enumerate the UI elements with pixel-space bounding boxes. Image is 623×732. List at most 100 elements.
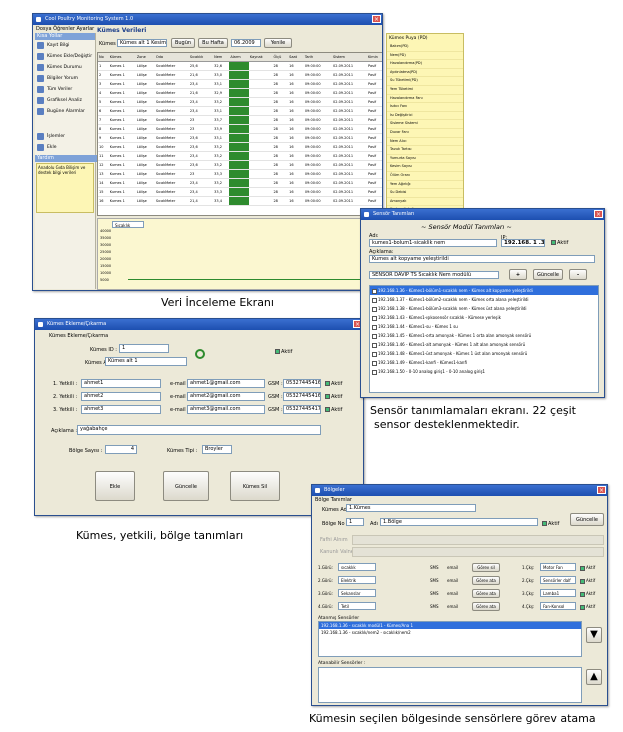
sensor-type-item[interactable]: Nem(PD) (387, 52, 463, 61)
sensor-type-item[interactable]: Nem Alıcı (387, 138, 463, 147)
checkbox[interactable] (580, 565, 585, 571)
sidebar-item[interactable]: Bugüne Alarmlar (35, 106, 95, 117)
column-header[interactable]: Sistem (332, 53, 368, 62)
sensor-list-item[interactable]: 192.168.1.50 - 0-10 analog giriş1 - 0-10… (370, 367, 598, 376)
task-action-button[interactable]: Görev ata (472, 576, 500, 585)
column-header[interactable]: Oda (154, 53, 189, 62)
sensor-type-item[interactable]: Duvar Fanı (387, 129, 463, 138)
sensor-list-item[interactable]: 192.168.1.46 - Kümes1-alt amonyak - Küme… (370, 340, 598, 349)
table-row[interactable]: 9 Kumes 1 Lölişe SıcakMeter 23,6 33,1 28 16 09:0… (98, 133, 382, 143)
sidebar-item[interactable]: İşlemler (35, 131, 95, 142)
sensor-list-item[interactable]: 192.168.1.38 - Kümes1-bölüm3-sıcaklık ne… (370, 304, 598, 313)
sensor-type-item[interactable]: Isı Değiştirici (387, 112, 463, 121)
aciklama-input[interactable]: yağabahçe (77, 425, 321, 435)
sensor-type-item[interactable]: Su Tüketimi(PD) (387, 77, 463, 86)
aktif-check[interactable]: Aktif (275, 349, 292, 355)
sensor-type-item[interactable]: Isıtıcı Fanı (387, 103, 463, 112)
desc-input[interactable]: Kumes alt kopyame yeleştirildi (369, 255, 595, 263)
delete-coop-button[interactable]: Kümes Sil (230, 471, 280, 501)
yetkili-name-input[interactable]: ahmet3 (81, 405, 161, 414)
sensor-type-item[interactable]: Ölüm Oranı (387, 172, 463, 181)
sensor-list-item[interactable]: 192.168.1.45 - Kümes1-orta amonyak - Küm… (370, 331, 598, 340)
gsm-input[interactable]: 05327445417 (283, 405, 321, 414)
table-row[interactable]: 6 Kumes 1 Lölişe SıcakMeter 23,4 33,1 28 16 09:0… (98, 106, 382, 116)
sidebar-item[interactable]: Tüm Veriler (35, 84, 95, 95)
column-header[interactable]: Saat (288, 53, 304, 62)
sensor-checkbox[interactable] (372, 369, 377, 375)
email-input[interactable]: ahmet3@gmail.com (187, 405, 265, 414)
task-action-button[interactable]: Görev ata (472, 589, 500, 598)
table-row[interactable]: 13 Kumes 1 Lölişe SıcakMeter 23 33,3 28 16 09:00… (98, 169, 382, 179)
sensor-type-item[interactable]: Yem Ağırlığı (387, 181, 463, 190)
menu-bar[interactable]: Dosya Öğrenler Ayarlar (36, 26, 94, 32)
email-toggle[interactable]: email (447, 578, 458, 583)
sidebar-item[interactable]: Kümes Ekle/Değiştir (35, 51, 95, 62)
table-row[interactable]: 11 Kumes 1 Lölişe SıcakMeter 23,4 33,2 28 16 09:… (98, 151, 382, 161)
email-toggle[interactable]: email (447, 604, 458, 609)
email-toggle[interactable]: email (447, 591, 458, 596)
table-row[interactable]: 3 Kumes 1 Lölişe SıcakMeter 23,4 33,1 28 16 09:0… (98, 79, 382, 89)
table-row[interactable]: 2 Kumes 1 Lölişe SıcakMeter 21,6 33,0 28 16 09:0… (98, 70, 382, 80)
task-input[interactable]: Elektrik (338, 576, 376, 584)
region-update-button[interactable]: Güncelle (570, 513, 604, 526)
task-action-button[interactable]: Görev sil (472, 563, 500, 572)
yetkili-name-input[interactable]: ahmet1 (81, 379, 161, 388)
assigned-sensor-list[interactable]: 192.168.1.36 - sıcaklık modül1 - Kümes/A… (318, 621, 582, 657)
sensor-type-item[interactable]: Amonyak (387, 198, 463, 207)
task-input[interactable]: Sekanslar (338, 589, 376, 597)
table-row[interactable]: 1 Kumes 1 Lölişe SıcakMeter 25,6 32,6 28 16 09:0… (98, 61, 382, 71)
sms-toggle[interactable]: SMS (430, 578, 439, 583)
output-input[interactable]: Sensörler dalf (540, 576, 576, 584)
column-header[interactable]: Sıcaklık (188, 53, 214, 62)
sensor-type-item[interactable]: Havalandırma(PD) (387, 60, 463, 69)
search-icon[interactable] (195, 349, 205, 359)
refresh-button[interactable]: Yenile (264, 38, 292, 48)
assigned-sensor-item[interactable]: 192.168.1.36 - sıcaklık modül1 - Kümes/A… (319, 622, 581, 629)
output-aktif-check[interactable]: Aktif (580, 565, 595, 571)
yetkili-name-input[interactable]: ahmet2 (81, 392, 161, 401)
task-action-button[interactable]: Görev ata (472, 602, 500, 611)
sms-toggle[interactable]: SMS (430, 591, 439, 596)
bolge-no-input[interactable]: 1 (346, 518, 364, 526)
table-row[interactable]: 14 Kumes 1 Lölişe SıcakMeter 23,4 33,2 28 16 09:… (98, 178, 382, 188)
add-button[interactable]: Ekle (95, 471, 135, 501)
region-menu[interactable]: Bölge Tanımlar (315, 497, 352, 503)
yetkili-aktif-check[interactable]: Aktif (325, 407, 342, 413)
sensor-checkbox[interactable] (372, 324, 377, 330)
checkbox[interactable] (325, 381, 330, 386)
move-up-button[interactable]: ▲ (586, 669, 602, 685)
region-name-input[interactable]: 1.Bölge (380, 518, 538, 526)
output-input[interactable]: Fan-Konsol (540, 602, 576, 610)
sensor-type-item[interactable]: Sisleme Sistemi (387, 120, 463, 129)
close-icon[interactable]: × (594, 210, 603, 218)
sensor-checkbox[interactable] (372, 288, 377, 294)
bolge-sayisi-input[interactable]: 4 (105, 445, 137, 454)
sensor-def-titlebar[interactable]: Sensör Tanımları × (361, 209, 604, 220)
task-input[interactable]: Tetil (338, 602, 376, 610)
sidebar-item[interactable]: Bilgiler Yorum (35, 73, 95, 84)
table-row[interactable]: 7 Kumes 1 Lölişe SıcakMeter 23 33,7 28 16 09:00:… (98, 115, 382, 125)
assigned-sensor-item[interactable]: 192.168.1.36 - sıcaklık/nem2 - sıcaklık/… (319, 629, 581, 636)
sidebar-item[interactable]: Grafiksel Analiz (35, 95, 95, 106)
close-icon[interactable]: × (372, 15, 381, 23)
sensor-checkbox[interactable] (372, 315, 377, 321)
output-input[interactable]: Motor Fan (540, 563, 576, 571)
gsm-input[interactable]: 05327445416 (283, 379, 321, 388)
output-aktif-check[interactable]: Aktif (580, 591, 595, 597)
sensor-list[interactable]: 192.168.1.36 - Kümes1-bölüm1-sıcaklık ne… (369, 285, 599, 393)
aktif-check[interactable]: Aktif (551, 240, 568, 246)
sensor-checkbox[interactable] (372, 333, 377, 339)
update-button[interactable]: Güncelle (163, 471, 209, 501)
move-down-button[interactable]: ▼ (586, 627, 602, 643)
checkbox[interactable] (580, 578, 585, 584)
sidebar-item[interactable]: Kayıt Bilgi (35, 40, 95, 51)
table-row[interactable]: 12 Kumes 1 Lölişe SıcakMeter 23,6 33,2 28 16 09:… (98, 160, 382, 170)
add-sensor-button[interactable]: + (509, 269, 527, 280)
sensor-type-item[interactable]: Su Debisi (387, 189, 463, 198)
available-sensor-list[interactable] (318, 667, 582, 703)
email-toggle[interactable]: email (447, 565, 458, 570)
kumes-select[interactable]: Kümes alt 1 Kesim (117, 39, 167, 47)
aktif-check[interactable]: Aktif (542, 521, 559, 527)
sensor-list-item[interactable]: 192.168.1.44 - Kümes1-su - Kümes 1 su (370, 322, 598, 331)
this-week-button[interactable]: Bu Hafta (198, 38, 228, 48)
